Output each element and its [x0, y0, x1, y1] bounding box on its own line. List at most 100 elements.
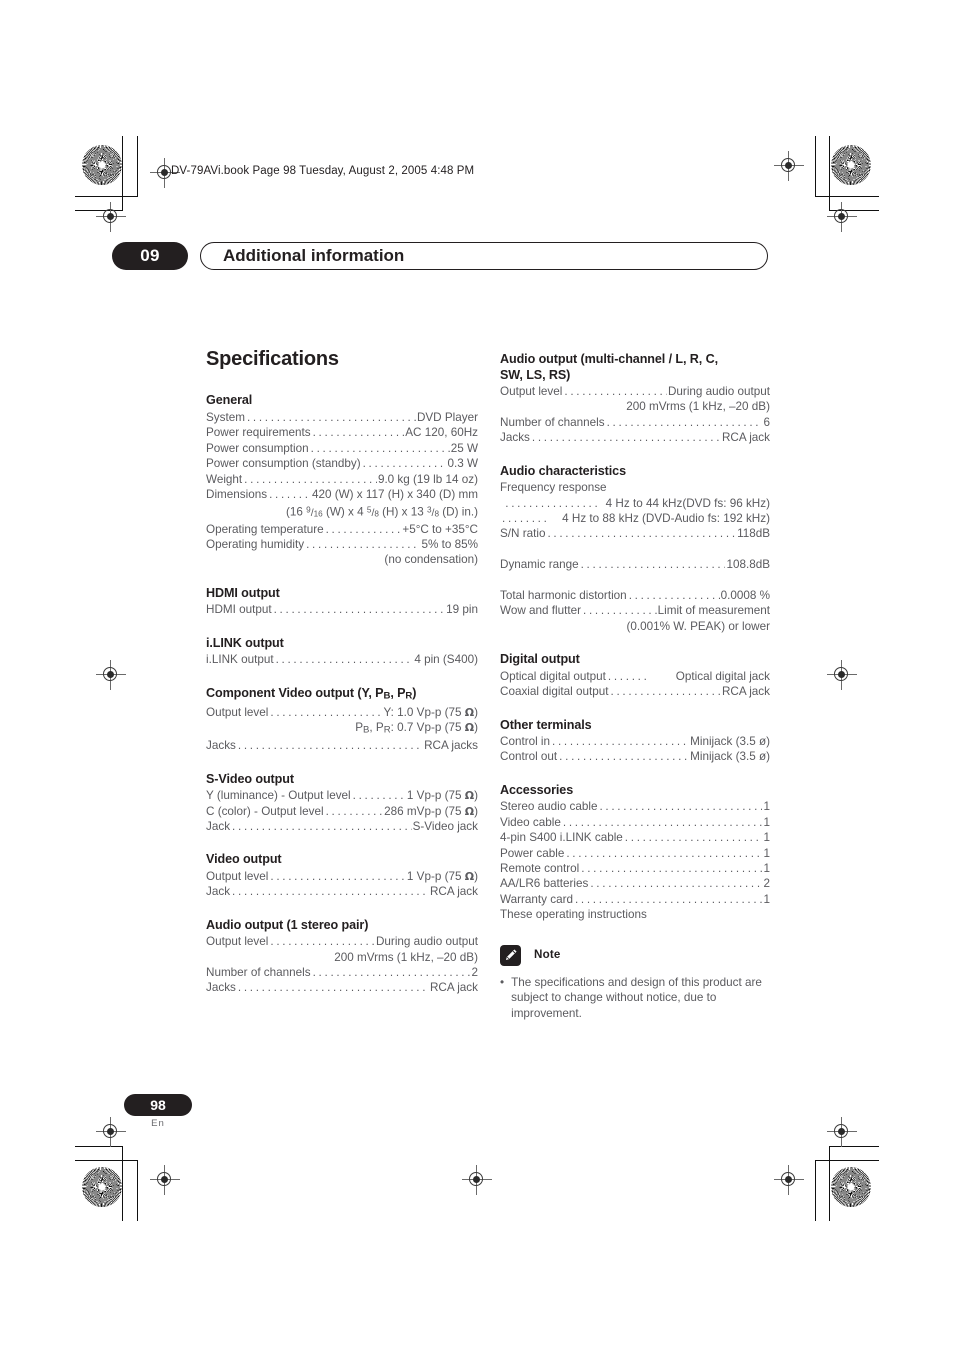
spec-label: HDMI output [206, 603, 272, 617]
print-slug-line: DV-79AVi.book Page 98 Tuesday, August 2,… [171, 165, 475, 177]
spec-row: Power requirements......................… [206, 425, 478, 440]
spec-row: Dimensions.........................420 (… [206, 487, 478, 502]
spec-value: 0.3 W [447, 457, 478, 471]
page-footer: 98 En [124, 1094, 192, 1129]
spec-row: S/N ratio...............................… [500, 526, 770, 541]
spec-value: Y: 1.0 Vp-p (75 Ω) [383, 705, 478, 719]
section-heading-component-video-output: Component Video output (Y, PB, PR) [206, 685, 417, 702]
spec-value: 286 mVp-p (75 Ω) [384, 804, 478, 818]
spec-value: 1 [763, 861, 770, 875]
spec-value: 1 [763, 800, 770, 814]
note-label: Note [534, 948, 561, 962]
spec-row: Warranty card...........................… [500, 892, 770, 907]
crop-line-br-v2 [829, 1146, 831, 1221]
chapter-title: Additional information [223, 246, 405, 265]
chapter-title-pill: Additional information [200, 242, 768, 270]
dot-leader: ..................................... [273, 603, 446, 617]
spec-row: C (color) - Output level................… [206, 804, 478, 819]
section-heading-digital-output: Digital output [500, 652, 580, 667]
registration-starburst-bottom-left [82, 1167, 122, 1207]
spec-value: 4 Hz to 88 kHz (DVD-Audio fs: 192 kHz) [562, 511, 770, 525]
note-block: Note • The specifications and design of … [500, 944, 770, 1022]
dot-leader: ..................................... [606, 415, 763, 429]
spec-value: RCA jack [429, 885, 478, 899]
spec-label: Number of channels [500, 415, 605, 429]
dot-leader: ..................................... [310, 441, 450, 455]
spec-label [500, 496, 503, 511]
spec-label: Operating temperature [206, 522, 324, 536]
dot-leader: ........ [502, 511, 550, 525]
crop-line-tl-v2 [122, 136, 124, 211]
spec-value: 25 W [450, 441, 478, 455]
spec-value: During audio output [375, 935, 478, 949]
spec-value: 19 pin [446, 603, 478, 617]
dot-leader: ..................................... [237, 739, 423, 753]
spec-value: RCA jack [429, 981, 478, 995]
dot-leader: ..................................... [362, 457, 447, 471]
spec-row: Coaxial digital output..................… [500, 684, 770, 699]
spec-row: Operating humidity......................… [206, 537, 478, 552]
spec-row: Number of channels......................… [500, 415, 770, 430]
language-code: En [151, 1118, 165, 1129]
spec-label: Power consumption (standby) [206, 457, 361, 471]
spec-row: Operating temperature...................… [206, 522, 478, 537]
spec-value: 4 Hz to 44 kHz(DVD fs: 96 kHz) [605, 496, 770, 510]
spec-label: Jacks [500, 431, 530, 445]
spec-label: Dimensions [206, 487, 268, 501]
dot-leader: ..................................... [325, 804, 384, 818]
spec-label: Total harmonic distortion [500, 588, 627, 602]
spec-label: Output level [500, 385, 563, 398]
spec-plain-line: These operating instructions [500, 908, 647, 922]
spec-row: Number of channels......................… [206, 965, 478, 980]
spec-value: Minijack (3.5 ø) [690, 735, 770, 748]
spec-label: Warranty card [500, 892, 573, 906]
crop-line-br-h [815, 1160, 879, 1162]
dot-leader: ..................................... [599, 800, 762, 814]
dot-leader: ....... [607, 669, 650, 683]
section-heading-audio-output-multichannel: Audio output (multi-channel / L, R, C, SW… [500, 352, 718, 382]
spec-row: Control out.............................… [500, 749, 770, 764]
spec-continuation: 200 mVrms (1 kHz, –20 dB) [334, 950, 478, 964]
spec-row: System..................................… [206, 410, 478, 425]
spec-row: Power consumption.......................… [206, 441, 478, 456]
spec-row: Power cable.............................… [500, 846, 770, 861]
registration-starburst-top-left [82, 145, 122, 185]
registration-crosshair-bottom-left [150, 1165, 180, 1195]
registration-crosshair-bottom-right [774, 1165, 804, 1195]
dot-leader: ..................................... [547, 527, 737, 541]
dot-leader: ..................................... [237, 981, 429, 995]
dot-leader: ..................................... [232, 820, 412, 833]
spec-row: Output level............................… [206, 705, 478, 720]
dot-leader: ..................................... [562, 815, 763, 829]
spec-label: Weight [206, 472, 243, 486]
spec-row: AA/LR6 batteries........................… [500, 876, 770, 891]
spec-value: Limit of measurement [657, 604, 770, 618]
dot-leader: ..................................... [610, 685, 721, 699]
registration-crosshair-bottom-center [462, 1165, 492, 1195]
spec-value: 6 [763, 415, 770, 429]
spec-row: Jacks...................................… [206, 980, 478, 995]
spec-label: 4-pin S400 i.LINK cable [500, 831, 623, 845]
dot-leader: ..................................... [628, 588, 720, 602]
section-heading-general: General [206, 393, 253, 408]
spec-value: 0.0008 % [720, 588, 770, 602]
spec-value: 1 [763, 892, 770, 906]
spec-row: Jack....................................… [206, 819, 478, 834]
dot-leader: ..................................... [531, 431, 721, 445]
crop-line-tr-h [815, 196, 879, 198]
spec-label: Optical digital output [500, 669, 606, 683]
spec-value: RCA jack [721, 685, 770, 699]
spec-row: HDMI output.............................… [206, 602, 478, 617]
dot-leader: ..................................... [590, 877, 763, 891]
dot-leader: ..................................... [566, 846, 763, 860]
spec-label: Operating humidity [206, 537, 305, 551]
dot-leader: ............................ [564, 385, 667, 398]
registration-crosshair-left-middle [96, 660, 126, 690]
spec-value: 1 Vp-p (75 Ω) [406, 789, 478, 803]
pencil-icon [500, 944, 521, 966]
spec-continuation: (16 9/16 (W) x 4 5/8 (H) x 13 3/8 (D) in… [285, 505, 478, 519]
dot-leader: ..................................... [552, 735, 689, 748]
spec-row: Jack....................................… [206, 884, 478, 899]
spec-value: S-Video jack [412, 820, 478, 833]
spec-row: Optical digital output....... Optical dig… [500, 669, 770, 684]
